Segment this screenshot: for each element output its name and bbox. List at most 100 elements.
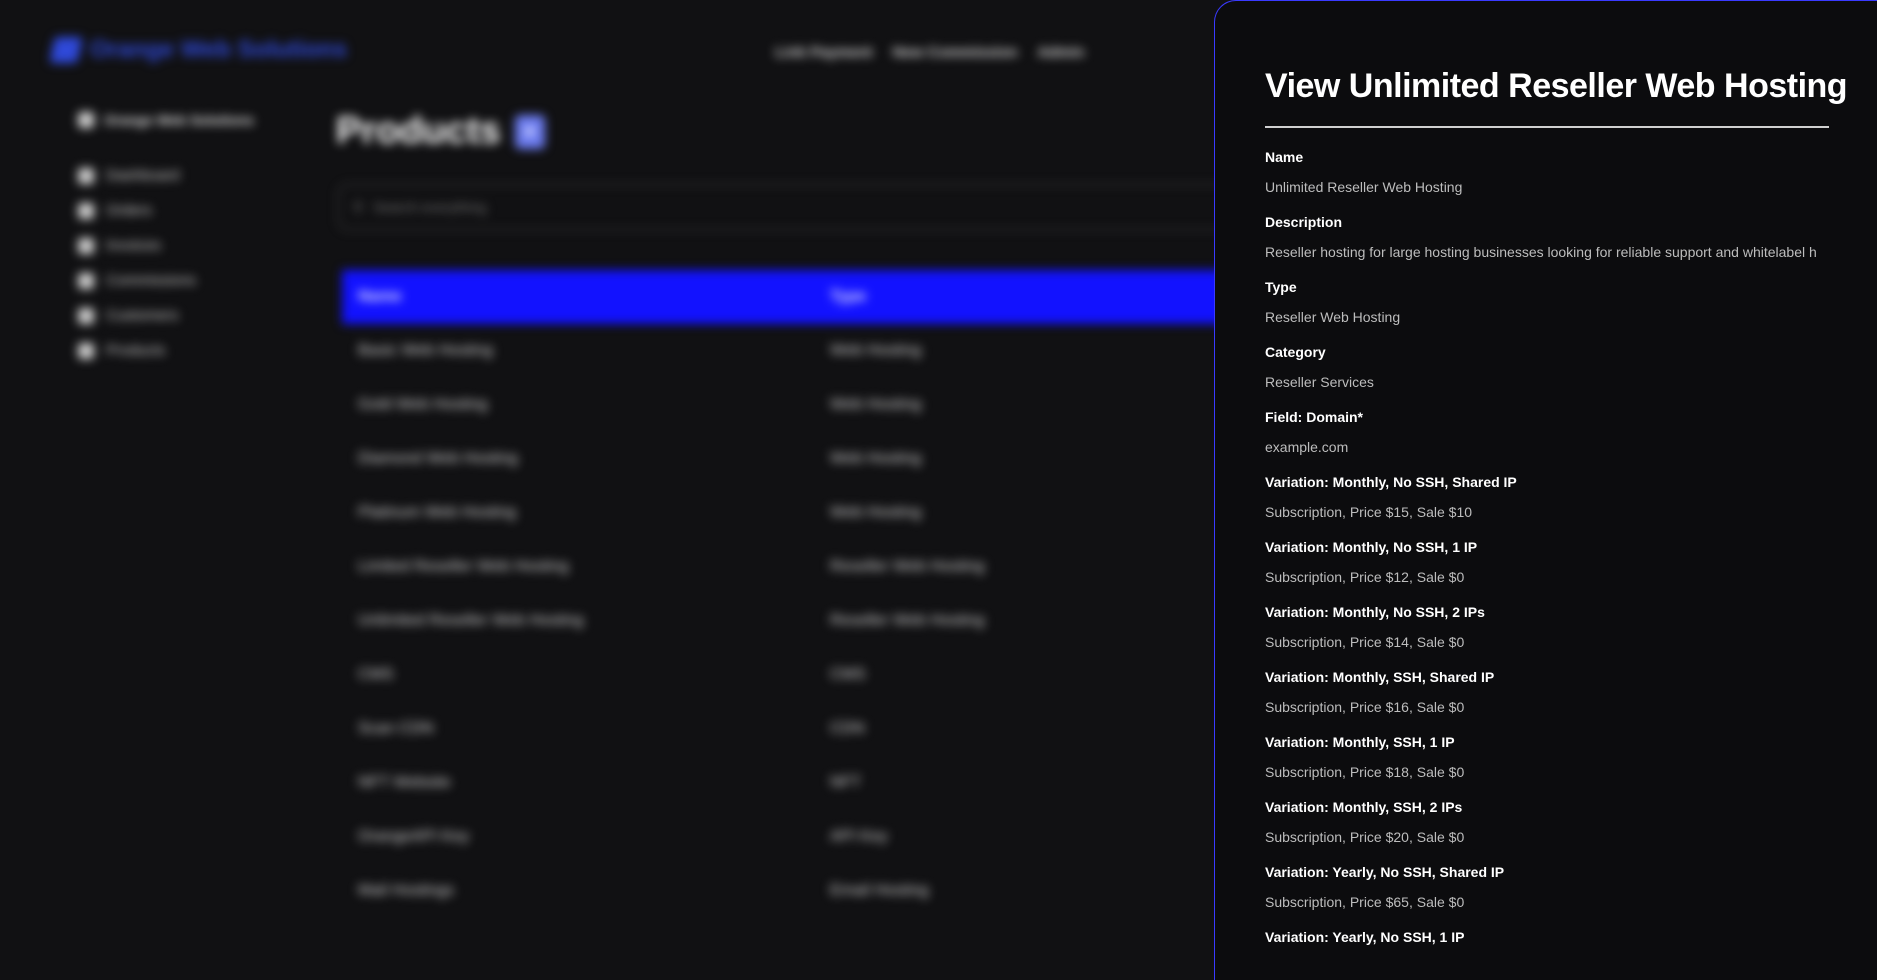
detail-field-variation: Variation: Yearly, No SSH, Shared IP Sub… [1265, 863, 1829, 911]
sidebar-item-label: Commissions [106, 272, 197, 289]
field-label: Variation: Monthly, No SSH, 1 IP [1265, 539, 1478, 555]
table-row[interactable]: Gold Web Hosting Web Hosting [342, 378, 1242, 432]
table-row[interactable]: Diamond Web Hosting Web Hosting [342, 432, 1242, 486]
detail-field-category: Category Reseller Services [1265, 343, 1829, 391]
field-label: Variation: Monthly, SSH, Shared IP [1265, 669, 1495, 685]
sidebar-item-label: Customers [106, 307, 179, 324]
nav-admin[interactable]: Admin [1038, 44, 1085, 61]
drawer-title: View Unlimited Reseller Web Hosting [1265, 67, 1848, 128]
field-label: Variation: Monthly, No SSH, Shared IP [1265, 474, 1517, 490]
sidebar-item-orders[interactable]: Orders [78, 193, 298, 228]
field-value: Subscription, Price $14, Sale $0 [1265, 634, 1465, 650]
cell-name: Unlimited Reseller Web Hosting [358, 612, 584, 629]
field-value: Subscription, Price $18, Sale $0 [1265, 764, 1465, 780]
sidebar-item-label: Orders [106, 202, 152, 219]
cell-name: Basic Web Hosting [358, 342, 493, 359]
products-icon [78, 342, 94, 359]
field-label: Category [1265, 344, 1326, 360]
detail-field-variation: Variation: Monthly, SSH, 2 IPs Subscript… [1265, 798, 1829, 846]
product-detail-drawer[interactable]: View Unlimited Reseller Web Hosting Name… [1214, 0, 1877, 980]
cell-type: Web Hosting [830, 450, 922, 467]
column-header-name[interactable]: Name [342, 288, 830, 306]
orders-icon [78, 202, 94, 219]
field-label: Variation: Monthly, No SSH, 2 IPs [1265, 604, 1485, 620]
table-row[interactable]: Limited Reseller Web Hosting Reseller Web… [342, 540, 1242, 594]
sidebar-item-invoices[interactable]: Invoices [78, 228, 298, 263]
table-row[interactable]: Basic Web Hosting Web Hosting [342, 324, 1242, 378]
home-icon [78, 167, 94, 184]
field-value: Reseller Services [1265, 374, 1374, 390]
cell-type: Reseller Web Hosting [830, 558, 985, 575]
cell-type: Web Hosting [830, 504, 922, 521]
cell-type: API Key [830, 828, 888, 845]
brand-logo[interactable]: Orange Web Solutions [49, 36, 347, 64]
detail-field-variation: Variation: Monthly, No SSH, 1 IP Subscri… [1265, 538, 1829, 586]
field-label: Description [1265, 214, 1343, 230]
cell-type: Web Hosting [830, 342, 922, 359]
table-row[interactable]: Scan CDN CDN [342, 702, 1242, 756]
field-value: Subscription, Price $65, Sale $0 [1265, 894, 1465, 910]
invoice-icon [78, 237, 94, 254]
org-icon [78, 112, 94, 128]
page-title: Products [336, 110, 501, 152]
field-label: Variation: Monthly, SSH, 2 IPs [1265, 799, 1463, 815]
sidebar-item-label: Products [106, 342, 166, 359]
nav-new-commission[interactable]: New Commission [893, 44, 1018, 61]
cell-name: Limited Reseller Web Hosting [358, 558, 569, 575]
cell-name: OrangeAPI Key [358, 828, 470, 845]
sidebar-item-commissions[interactable]: Commissions [78, 263, 298, 298]
field-value: Reseller hosting for large hosting busin… [1265, 244, 1817, 260]
customers-icon [78, 307, 94, 324]
field-label: Field: Domain* [1265, 409, 1364, 425]
search-input[interactable] [373, 199, 974, 215]
cell-name: Gold Web Hosting [358, 396, 488, 413]
table-row[interactable]: CMS CMS [342, 648, 1242, 702]
detail-field-variation: Variation: Yearly, No SSH, 1 IP [1265, 928, 1829, 958]
detail-field-variation: Variation: Monthly, No SSH, 2 IPs Subscr… [1265, 603, 1829, 651]
page-title-row: Products + [336, 110, 545, 153]
logo-icon [49, 37, 83, 63]
sidebar-org[interactable]: Orange Web Solutions [78, 112, 298, 128]
detail-field-variation: Variation: Monthly, No SSH, Shared IP Su… [1265, 473, 1829, 521]
sidebar-item-customers[interactable]: Customers [78, 298, 298, 333]
cell-name: NFT Website [358, 774, 451, 791]
detail-field-domain: Field: Domain* example.com [1265, 408, 1829, 456]
sidebar-item-products[interactable]: Products [78, 333, 298, 368]
field-value: Unlimited Reseller Web Hosting [1265, 179, 1463, 195]
brand-name: Orange Web Solutions [90, 36, 347, 63]
nav-link-payment[interactable]: Link Payment [775, 44, 873, 61]
cell-type: CDN [830, 720, 865, 737]
field-label: Type [1265, 279, 1297, 295]
field-value: Subscription, Price $20, Sale $0 [1265, 829, 1465, 845]
field-label: Variation: Yearly, No SSH, 1 IP [1265, 929, 1465, 945]
field-value: example.com [1265, 439, 1349, 455]
add-product-button[interactable]: + [514, 114, 545, 149]
cell-name: Mail Hostings [358, 882, 455, 899]
column-header-type[interactable]: Type [830, 288, 1230, 306]
detail-field-variation: Variation: Monthly, SSH, 1 IP Subscripti… [1265, 733, 1829, 781]
cell-name: Diamond Web Hosting [358, 450, 518, 467]
cell-name: CMS [358, 666, 394, 683]
top-nav: Link Payment New Commission Admin [775, 44, 1084, 61]
table-row[interactable]: NFT Website NFT [342, 756, 1242, 810]
cell-type: Web Hosting [830, 396, 922, 413]
field-label: Variation: Monthly, SSH, 1 IP [1265, 734, 1455, 750]
field-value: Subscription, Price $16, Sale $0 [1265, 699, 1465, 715]
sidebar: Orange Web Solutions Dashboard Orders In… [78, 112, 298, 368]
cell-type: NFT [830, 774, 862, 791]
table-header: Name Type [342, 270, 1242, 324]
table-row[interactable]: Unlimited Reseller Web Hosting Reseller W… [342, 594, 1242, 648]
field-label: Variation: Yearly, No SSH, Shared IP [1265, 864, 1505, 880]
cell-type: Reseller Web Hosting [830, 612, 985, 629]
cell-type: CMS [830, 666, 866, 683]
cell-name: Platinum Web Hosting [358, 504, 516, 521]
search-box: ⚲ [338, 184, 1238, 230]
sidebar-item-dashboard[interactable]: Dashboard [78, 158, 298, 193]
products-table: Name Type Basic Web Hosting Web Hosting G… [342, 270, 1242, 918]
cell-type: Email Hosting [830, 882, 929, 899]
detail-field-type: Type Reseller Web Hosting [1265, 278, 1829, 326]
table-row[interactable]: OrangeAPI Key API Key [342, 810, 1242, 864]
table-row[interactable]: Mail Hostings Email Hosting [342, 864, 1242, 918]
commission-icon [78, 272, 94, 289]
table-row[interactable]: Platinum Web Hosting Web Hosting [342, 486, 1242, 540]
